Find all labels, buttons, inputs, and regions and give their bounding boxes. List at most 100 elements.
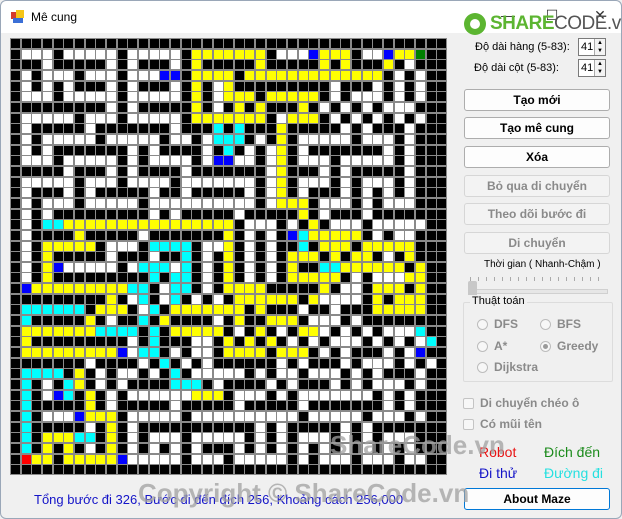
- maze-wall[interactable]: [201, 187, 213, 199]
- maze-wall[interactable]: [297, 464, 309, 476]
- maze-wall[interactable]: [276, 251, 288, 263]
- maze-open[interactable]: [372, 453, 384, 465]
- maze-wall[interactable]: [265, 133, 277, 145]
- maze-wall[interactable]: [159, 464, 171, 476]
- maze-open[interactable]: [127, 368, 139, 380]
- maze-open[interactable]: [329, 453, 341, 465]
- maze-open[interactable]: [244, 251, 256, 263]
- maze-wall[interactable]: [159, 165, 171, 177]
- maze-wall[interactable]: [308, 357, 320, 369]
- maze-wall[interactable]: [95, 229, 107, 241]
- maze-tried-cell[interactable]: [415, 325, 427, 337]
- maze-open[interactable]: [169, 208, 181, 220]
- maze-wall[interactable]: [329, 187, 341, 199]
- maze-open[interactable]: [105, 240, 117, 252]
- maze-open[interactable]: [340, 453, 352, 465]
- maze-wall[interactable]: [137, 443, 149, 455]
- maze-open[interactable]: [393, 379, 405, 391]
- maze-wall[interactable]: [127, 251, 139, 263]
- maze-wall[interactable]: [63, 38, 75, 49]
- maze-wall[interactable]: [233, 165, 245, 177]
- maze-wall[interactable]: [191, 133, 203, 145]
- maze-wall[interactable]: [20, 165, 32, 177]
- maze-open[interactable]: [20, 48, 32, 60]
- maze-open[interactable]: [105, 91, 117, 103]
- maze-open[interactable]: [244, 453, 256, 465]
- maze-open[interactable]: [127, 69, 139, 81]
- maze-path-cell[interactable]: [287, 251, 299, 263]
- maze-open[interactable]: [20, 123, 32, 135]
- maze-wall[interactable]: [31, 80, 43, 92]
- maze-wall[interactable]: [372, 59, 384, 71]
- maze-wall[interactable]: [52, 155, 64, 167]
- maze-wall[interactable]: [116, 272, 128, 284]
- maze-open[interactable]: [137, 176, 149, 188]
- maze-wall[interactable]: [127, 315, 139, 327]
- maze-wall[interactable]: [383, 421, 395, 433]
- maze-open[interactable]: [20, 251, 32, 263]
- maze-path-cell[interactable]: [31, 453, 43, 465]
- maze-path-cell[interactable]: [95, 304, 107, 316]
- maze-wall[interactable]: [436, 283, 448, 295]
- maze-open[interactable]: [383, 187, 395, 199]
- maze-wall[interactable]: [361, 336, 373, 348]
- maze-marker-cell[interactable]: [212, 155, 224, 167]
- maze-path-cell[interactable]: [404, 304, 416, 316]
- maze-wall[interactable]: [415, 101, 427, 113]
- maze-wall[interactable]: [244, 80, 256, 92]
- maze-path-cell[interactable]: [116, 219, 128, 231]
- maze-open[interactable]: [393, 432, 405, 444]
- maze-wall[interactable]: [212, 443, 224, 455]
- maze-wall[interactable]: [95, 432, 107, 444]
- maze-wall[interactable]: [436, 315, 448, 327]
- maze-open[interactable]: [255, 133, 267, 145]
- maze-wall[interactable]: [425, 208, 437, 220]
- maze-wall[interactable]: [212, 336, 224, 348]
- maze-open[interactable]: [212, 197, 224, 209]
- maze-open[interactable]: [297, 176, 309, 188]
- maze-wall[interactable]: [265, 357, 277, 369]
- maze-open[interactable]: [351, 293, 363, 305]
- maze-path-cell[interactable]: [276, 123, 288, 135]
- maze-wall[interactable]: [223, 59, 235, 71]
- maze-wall[interactable]: [308, 80, 320, 92]
- maze-open[interactable]: [127, 453, 139, 465]
- maze-path-cell[interactable]: [255, 347, 267, 359]
- maze-open[interactable]: [212, 101, 224, 113]
- maze-wall[interactable]: [10, 325, 21, 337]
- maze-open[interactable]: [276, 421, 288, 433]
- maze-wall[interactable]: [95, 272, 107, 284]
- maze-wall[interactable]: [361, 229, 373, 241]
- maze-open[interactable]: [255, 411, 267, 423]
- maze-wall[interactable]: [308, 208, 320, 220]
- maze-open[interactable]: [137, 91, 149, 103]
- maze-wall[interactable]: [415, 443, 427, 455]
- maze-wall[interactable]: [10, 165, 21, 177]
- maze-tried-cell[interactable]: [116, 325, 128, 337]
- maze-wall[interactable]: [340, 80, 352, 92]
- maze-open[interactable]: [127, 101, 139, 113]
- maze-open[interactable]: [372, 229, 384, 241]
- maze-path-cell[interactable]: [52, 325, 64, 337]
- maze-path-cell[interactable]: [329, 240, 341, 252]
- maze-wall[interactable]: [31, 261, 43, 273]
- maze-open[interactable]: [265, 379, 277, 391]
- maze-wall[interactable]: [436, 336, 448, 348]
- maze-open[interactable]: [63, 165, 75, 177]
- maze-path-cell[interactable]: [212, 112, 224, 124]
- maze-wall[interactable]: [287, 240, 299, 252]
- maze-tried-cell[interactable]: [180, 283, 192, 295]
- maze-wall[interactable]: [137, 187, 149, 199]
- maze-wall[interactable]: [383, 91, 395, 103]
- maze-open[interactable]: [148, 155, 160, 167]
- maze-open[interactable]: [244, 144, 256, 156]
- maze-open[interactable]: [148, 48, 160, 60]
- maze-tried-cell[interactable]: [180, 240, 192, 252]
- maze-wall[interactable]: [255, 379, 267, 391]
- maze-wall[interactable]: [180, 69, 192, 81]
- radio-bfs[interactable]: BFS: [540, 317, 581, 331]
- maze-wall[interactable]: [436, 443, 448, 455]
- maze-wall[interactable]: [329, 123, 341, 135]
- maze-open[interactable]: [319, 432, 331, 444]
- maze-tried-cell[interactable]: [137, 347, 149, 359]
